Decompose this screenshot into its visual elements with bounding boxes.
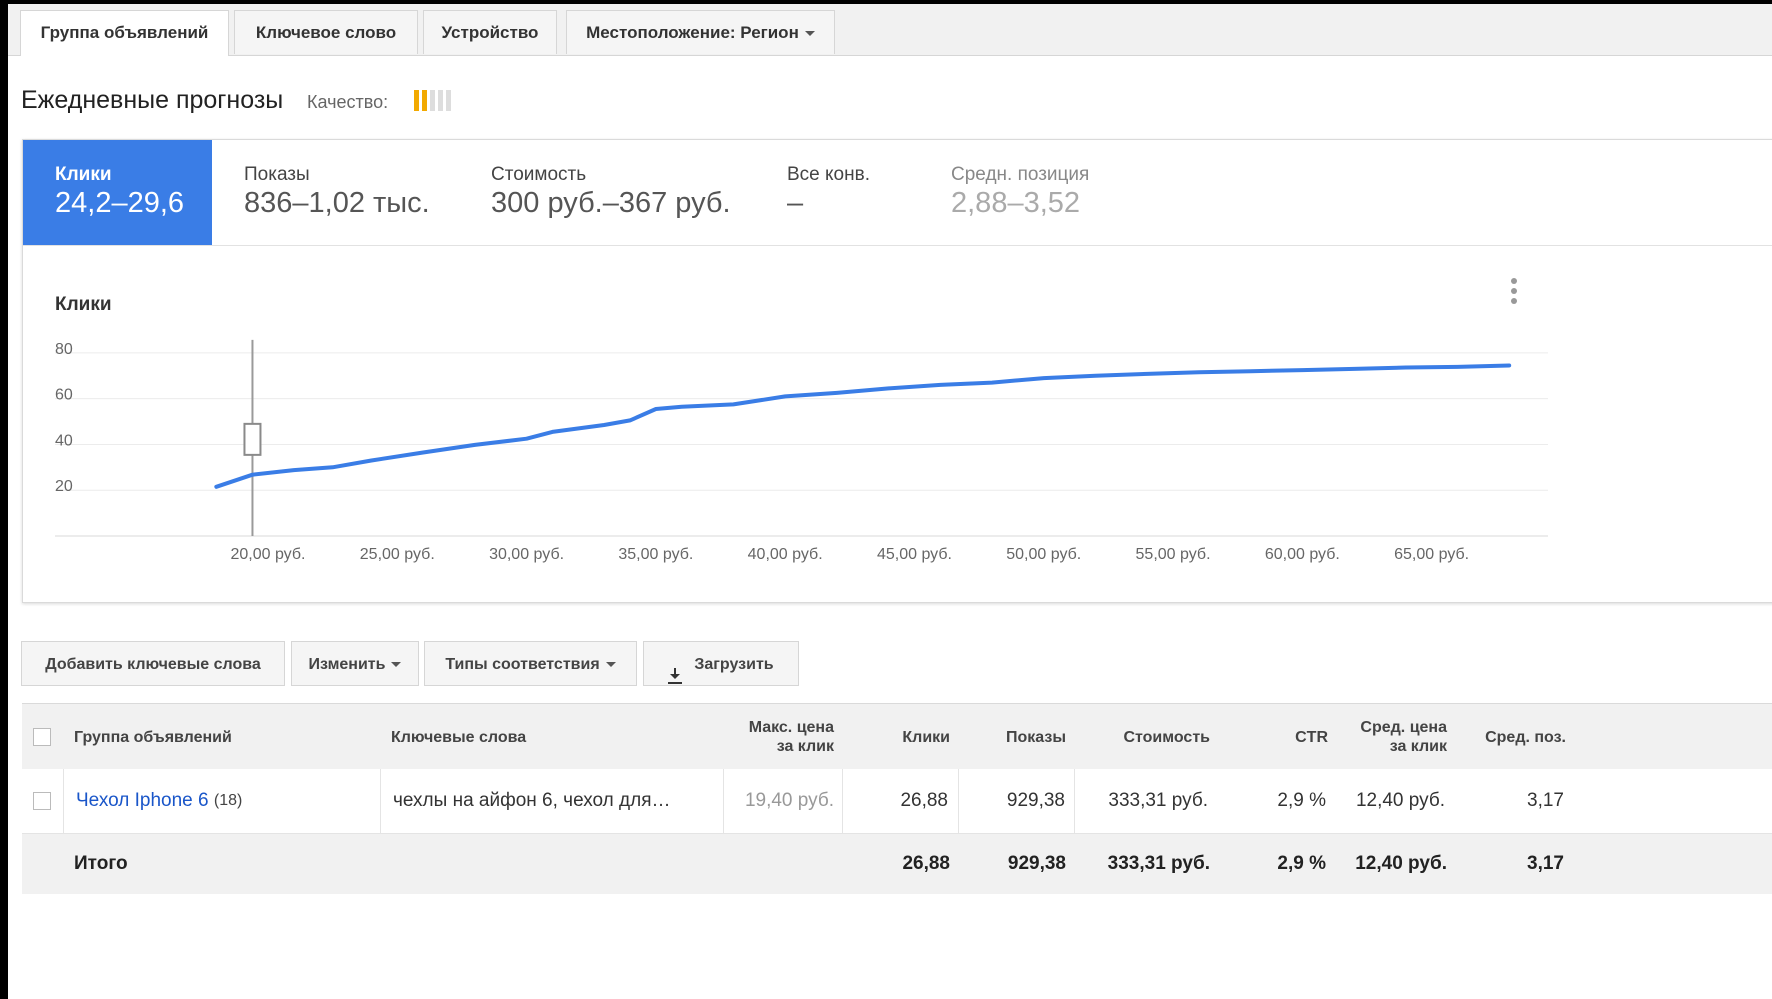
col-clicks[interactable]: Клики <box>842 704 950 770</box>
download-icon <box>668 657 683 684</box>
download-button[interactable]: Загрузить <box>643 641 799 686</box>
table-header: Группа объявлений Ключевые слова Макс. ц… <box>22 703 1772 771</box>
row-checkbox[interactable] <box>33 792 51 810</box>
col-avg-cpc[interactable]: Сред. цена за клик <box>1332 704 1447 770</box>
forecast-card: Клики 24,2–29,6 Показы 836–1,02 тыс. Сто… <box>22 139 1772 603</box>
chevron-down-icon <box>391 662 402 668</box>
x-tick-label: 25,00 руб. <box>360 546 435 563</box>
x-tick-label: 40,00 руб. <box>748 546 823 563</box>
table-total-row: Итого 26,88 929,38 333,31 руб. 2,9 % 12,… <box>22 834 1772 894</box>
chevron-down-icon <box>605 662 616 668</box>
clicks-cell: 26,88 <box>900 790 948 811</box>
select-all-checkbox[interactable] <box>33 728 51 746</box>
total-cost: 333,31 руб. <box>1107 853 1210 874</box>
x-tick-label: 45,00 руб. <box>877 546 952 563</box>
total-clicks: 26,88 <box>902 853 950 874</box>
col-keywords[interactable]: Ключевые слова <box>391 704 526 770</box>
page: Группа объявлений Ключевое слово Устройс… <box>8 4 1772 999</box>
quality-bar <box>438 90 443 111</box>
quality-label: Качество: <box>307 92 389 112</box>
x-tick-label: 65,00 руб. <box>1394 546 1469 563</box>
edit-button[interactable]: Изменить <box>291 641 419 686</box>
col-max-cpc[interactable]: Макс. цена за клик <box>722 704 834 770</box>
clicks-chart: 20 40 60 80 20,00 руб. 25,00 руб. 30,00 руб. 35… <box>55 339 1548 563</box>
tab-ad-group-label: Группа объявлений <box>40 23 209 42</box>
tab-device[interactable]: Устройство <box>423 10 557 54</box>
keywords-cell[interactable]: чехлы на айфон 6, чехол для… <box>393 769 671 833</box>
add-keywords-label: Добавить ключевые слова <box>45 656 261 673</box>
quality-bar <box>414 90 419 111</box>
quality-bar <box>430 90 435 111</box>
quality-bar <box>422 90 427 111</box>
tab-keyword-label: Ключевое слово <box>255 23 397 42</box>
edit-label: Изменить <box>308 656 386 673</box>
total-label: Итого <box>74 853 128 874</box>
y-tick-label: 20 <box>55 478 73 495</box>
tab-device-label: Устройство <box>441 23 539 42</box>
tab-location-label: Местоположение: Регион <box>586 23 799 42</box>
match-types-button[interactable]: Типы соответствия <box>424 641 637 686</box>
tab-ad-group[interactable]: Группа объявлений <box>20 10 229 56</box>
col-ctr[interactable]: CTR <box>1218 704 1328 770</box>
x-tick-label: 55,00 руб. <box>1136 546 1211 563</box>
y-tick-label: 80 <box>55 341 73 358</box>
y-tick-label: 40 <box>55 432 73 449</box>
col-impressions[interactable]: Показы <box>958 704 1066 770</box>
avg-cpc-cell: 12,40 руб. <box>1355 790 1445 811</box>
table-row: Чехол Iphone 6 (18) чехлы на айфон 6, че… <box>22 769 1772 834</box>
total-impressions: 929,38 <box>1007 853 1066 874</box>
download-label: Загрузить <box>694 656 774 673</box>
y-tick-label: 60 <box>55 387 73 404</box>
total-avg-position: 3,17 <box>1527 853 1564 874</box>
col-cost[interactable]: Стоимость <box>1074 704 1210 770</box>
col-avg-position[interactable]: Сред. поз. <box>1452 704 1566 770</box>
x-tick-label: 35,00 руб. <box>618 546 693 563</box>
bid-marker-handle[interactable] <box>243 422 262 456</box>
x-tick-label: 20,00 руб. <box>230 546 305 563</box>
match-types-label: Типы соответствия <box>445 656 600 673</box>
page-title: Ежедневные прогнозы <box>21 86 284 114</box>
ad-group-count: (18) <box>213 792 243 809</box>
ad-group-link[interactable]: Чехол Iphone 6 <box>76 790 209 812</box>
cost-cell: 333,31 руб. <box>1108 790 1208 811</box>
x-tick-label: 60,00 руб. <box>1265 546 1340 563</box>
tab-bar: Группа объявлений Ключевое слово Устройс… <box>8 4 1772 56</box>
impressions-cell: 929,38 <box>1006 790 1065 811</box>
x-tick-label: 30,00 руб. <box>489 546 564 563</box>
chevron-down-icon <box>804 31 815 37</box>
avg-position-cell: 3,17 <box>1527 790 1564 811</box>
tab-keyword[interactable]: Ключевое слово <box>234 10 418 54</box>
quality-bar <box>446 90 451 111</box>
series-line <box>214 363 1512 489</box>
ad-group-cell: Чехол Iphone 6 (18) <box>76 769 242 833</box>
x-tick-label: 50,00 руб. <box>1006 546 1081 563</box>
max-cpc-cell[interactable]: 19,40 руб. <box>722 769 834 833</box>
total-ctr: 2,9 % <box>1277 853 1326 874</box>
tab-location[interactable]: Местоположение: Регион <box>566 10 835 54</box>
ctr-cell: 2,9 % <box>1277 790 1326 811</box>
add-keywords-button[interactable]: Добавить ключевые слова <box>21 641 285 686</box>
total-avg-cpc: 12,40 руб. <box>1355 853 1447 874</box>
col-ad-group[interactable]: Группа объявлений <box>74 704 232 770</box>
